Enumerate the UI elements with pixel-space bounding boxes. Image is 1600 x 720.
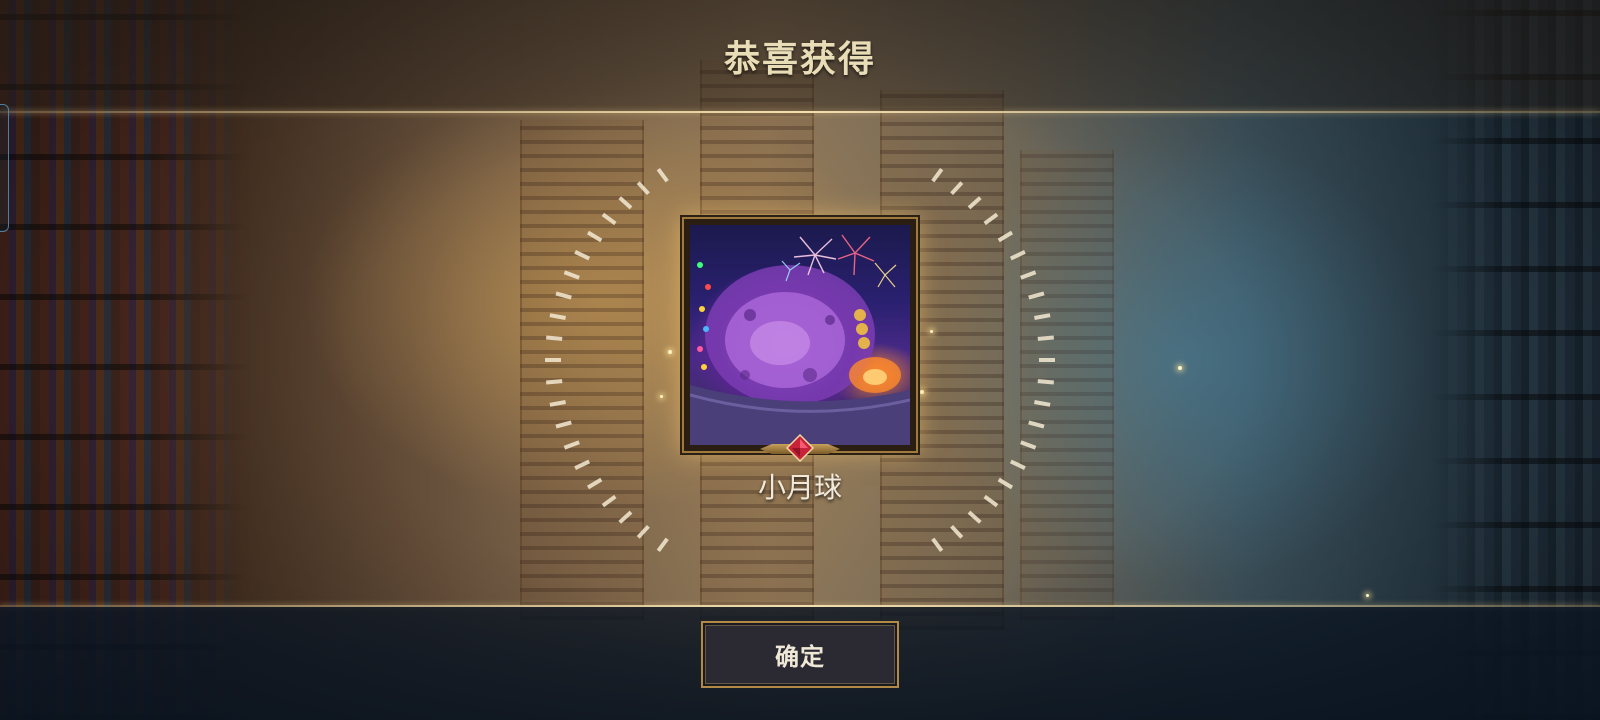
ring-tick <box>983 494 999 508</box>
ring-tick <box>1034 400 1051 407</box>
ring-tick <box>601 212 617 226</box>
reward-popup-screen: 恭喜获得 小月球 确定 <box>0 0 1600 720</box>
ring-tick <box>1028 420 1045 429</box>
ring-tick <box>555 420 572 429</box>
reward-item-card[interactable] <box>682 217 918 453</box>
ring-tick <box>636 524 650 539</box>
ring-tick <box>563 440 580 450</box>
ring-tick <box>618 510 633 524</box>
ring-tick <box>563 270 580 280</box>
sparkle <box>1366 594 1369 597</box>
ring-tick <box>983 212 999 226</box>
sparkle <box>920 390 924 394</box>
ring-tick <box>1009 459 1026 471</box>
ring-tick <box>555 291 572 300</box>
ring-tick <box>1037 379 1054 385</box>
ring-tick <box>1028 291 1045 300</box>
sparkle <box>930 330 933 333</box>
ring-tick <box>618 196 633 210</box>
ring-tick <box>1037 335 1054 341</box>
ring-tick <box>574 249 591 261</box>
ring-tick <box>586 230 603 243</box>
ring-tick <box>636 181 650 196</box>
ring-tick <box>656 168 669 183</box>
sparkle <box>668 350 672 354</box>
ring-tick <box>950 181 964 196</box>
top-divider <box>0 111 1600 113</box>
ring-tick <box>967 510 982 524</box>
ring-tick <box>601 494 617 508</box>
side-tab-edge <box>0 104 9 232</box>
ring-tick <box>574 459 591 471</box>
ring-tick <box>931 168 944 183</box>
ring-tick <box>549 313 566 320</box>
dialog-title: 恭喜获得 <box>723 39 876 80</box>
ring-tick <box>1020 270 1037 280</box>
ring-tick <box>546 379 563 385</box>
ring-tick <box>931 537 944 552</box>
ring-tick <box>546 335 563 341</box>
sparkle <box>660 395 663 398</box>
ring-tick <box>1009 249 1026 261</box>
ring-tick <box>967 196 982 210</box>
ring-tick <box>549 400 566 407</box>
confirm-button[interactable]: 确定 <box>701 621 899 688</box>
ring-tick <box>950 524 964 539</box>
ring-tick <box>586 477 603 490</box>
sparkle <box>1178 366 1182 370</box>
ring-tick <box>1020 440 1037 450</box>
ring-tick <box>997 477 1014 490</box>
ring-tick <box>997 230 1014 243</box>
red-gem-icon <box>786 434 814 462</box>
ring-tick <box>1034 313 1051 320</box>
ring-tick <box>656 537 669 552</box>
reward-item-name: 小月球 <box>757 471 842 504</box>
moon-arena-image <box>690 225 910 445</box>
